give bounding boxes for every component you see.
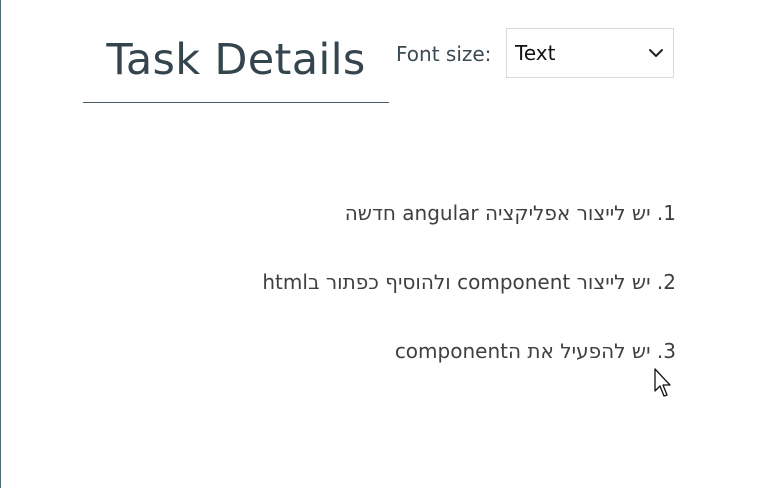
task-step-1: 1. יש לייצור אפליקציה angular חדשה [344, 201, 676, 225]
chevron-down-icon [649, 49, 663, 57]
font-size-select[interactable]: Text [506, 28, 674, 78]
task-step-3: 3. יש להפעיל את הcomponent [394, 339, 676, 363]
task-details-page: Task Details Font size: Text 1. יש לייצו… [0, 0, 766, 488]
page-title: Task Details [83, 30, 389, 103]
font-size-selected-value: Text [515, 41, 556, 65]
window-left-border [0, 0, 1, 488]
mouse-pointer-icon [654, 368, 671, 397]
font-size-label: Font size: [396, 42, 492, 66]
task-steps-list: 1. יש לייצור אפליקציה angular חדשה 2. יש… [176, 200, 676, 407]
task-step-2: 2. יש לייצור component ולהוסיף כפתור בht… [262, 270, 676, 294]
